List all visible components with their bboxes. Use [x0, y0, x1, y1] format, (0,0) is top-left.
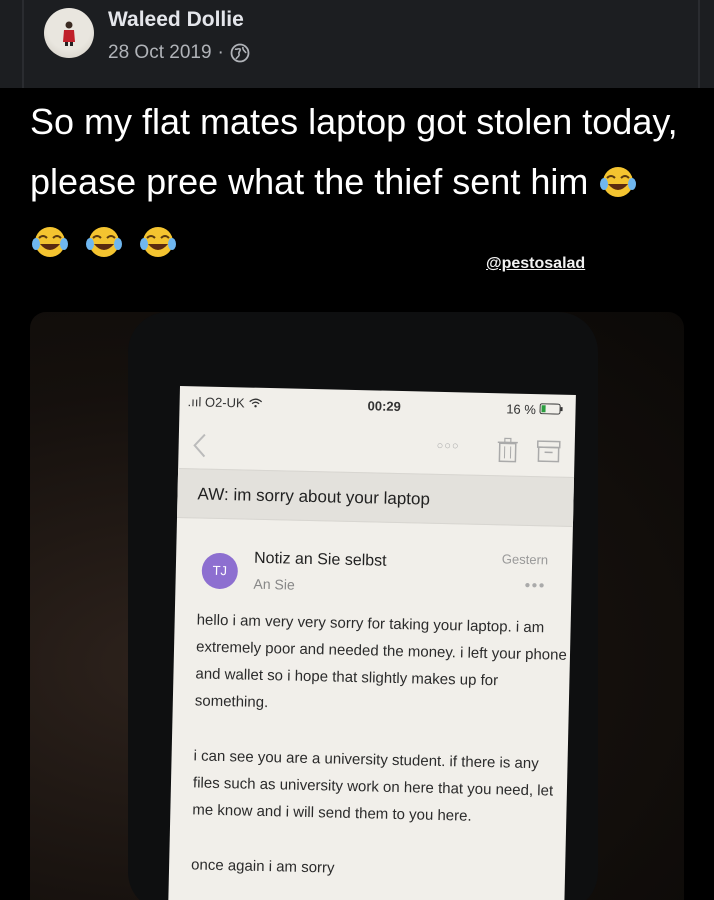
- trash-icon[interactable]: [496, 437, 519, 463]
- carrier-label: O2-UK: [204, 394, 245, 411]
- header-divider-left: [22, 0, 24, 88]
- globe-icon: [230, 43, 250, 63]
- author-name[interactable]: Waleed Dollie: [108, 8, 244, 32]
- received-date: Gestern: [501, 551, 549, 568]
- author-avatar[interactable]: [44, 8, 94, 58]
- message-options-icon[interactable]: ●●●: [524, 580, 545, 591]
- watermark: @pestosalad: [486, 255, 586, 272]
- sender-name[interactable]: Notiz an Sie selbst: [254, 550, 387, 571]
- tears-of-joy-emoji-icon: [140, 227, 177, 257]
- post-text-content: So my flat mates laptop got stolen today…: [30, 101, 678, 202]
- signal-icon: .ııl: [187, 394, 206, 410]
- chevron-left-icon[interactable]: [192, 432, 207, 458]
- tears-of-joy-emoji-icon: [32, 227, 68, 257]
- battery-icon: [539, 403, 563, 415]
- email-body: hello i am very very sorry for taking yo…: [190, 606, 569, 900]
- email-paragraph: hello i am very very sorry for taking yo…: [194, 611, 567, 712]
- post-meta: 28 Oct 2019 ·: [108, 42, 250, 64]
- wifi-icon: [248, 398, 262, 408]
- battery-status: 16 %: [506, 401, 566, 417]
- post-header: Waleed Dollie 28 Oct 2019 ·: [0, 0, 714, 88]
- tears-of-joy-emoji-icon: [86, 227, 123, 257]
- recipient-label: An Sie: [253, 575, 295, 593]
- email-subject: AW: im sorry about your laptop: [197, 484, 431, 509]
- post-date[interactable]: 28 Oct 2019: [108, 42, 212, 64]
- sender-avatar[interactable]: TJ: [201, 552, 239, 590]
- avatar-figure-icon: [63, 21, 75, 46]
- mail-toolbar: ○○○: [178, 426, 575, 475]
- subject-row: AW: im sorry about your laptop: [177, 467, 575, 527]
- more-options-icon[interactable]: ○○○: [437, 440, 460, 453]
- header-divider-right: [698, 0, 700, 88]
- meta-separator: ·: [217, 42, 224, 63]
- carrier-status: .ııl O2-UK: [187, 394, 262, 411]
- clock: 00:29: [367, 398, 402, 415]
- email-paragraph: i can see you are a university student. …: [192, 747, 554, 825]
- archive-icon[interactable]: [536, 440, 561, 463]
- post-photo[interactable]: .ııl O2-UK 00:29 16 % ○○○ AW: im sorry a…: [30, 312, 684, 900]
- battery-label: 16 %: [506, 401, 537, 418]
- phone-screen: .ııl O2-UK 00:29 16 % ○○○ AW: im sorry a…: [168, 386, 576, 900]
- post-text: So my flat mates laptop got stolen today…: [30, 92, 680, 272]
- tears-of-joy-emoji-icon: [600, 167, 637, 197]
- email-paragraph: once again i am sorry: [190, 856, 335, 877]
